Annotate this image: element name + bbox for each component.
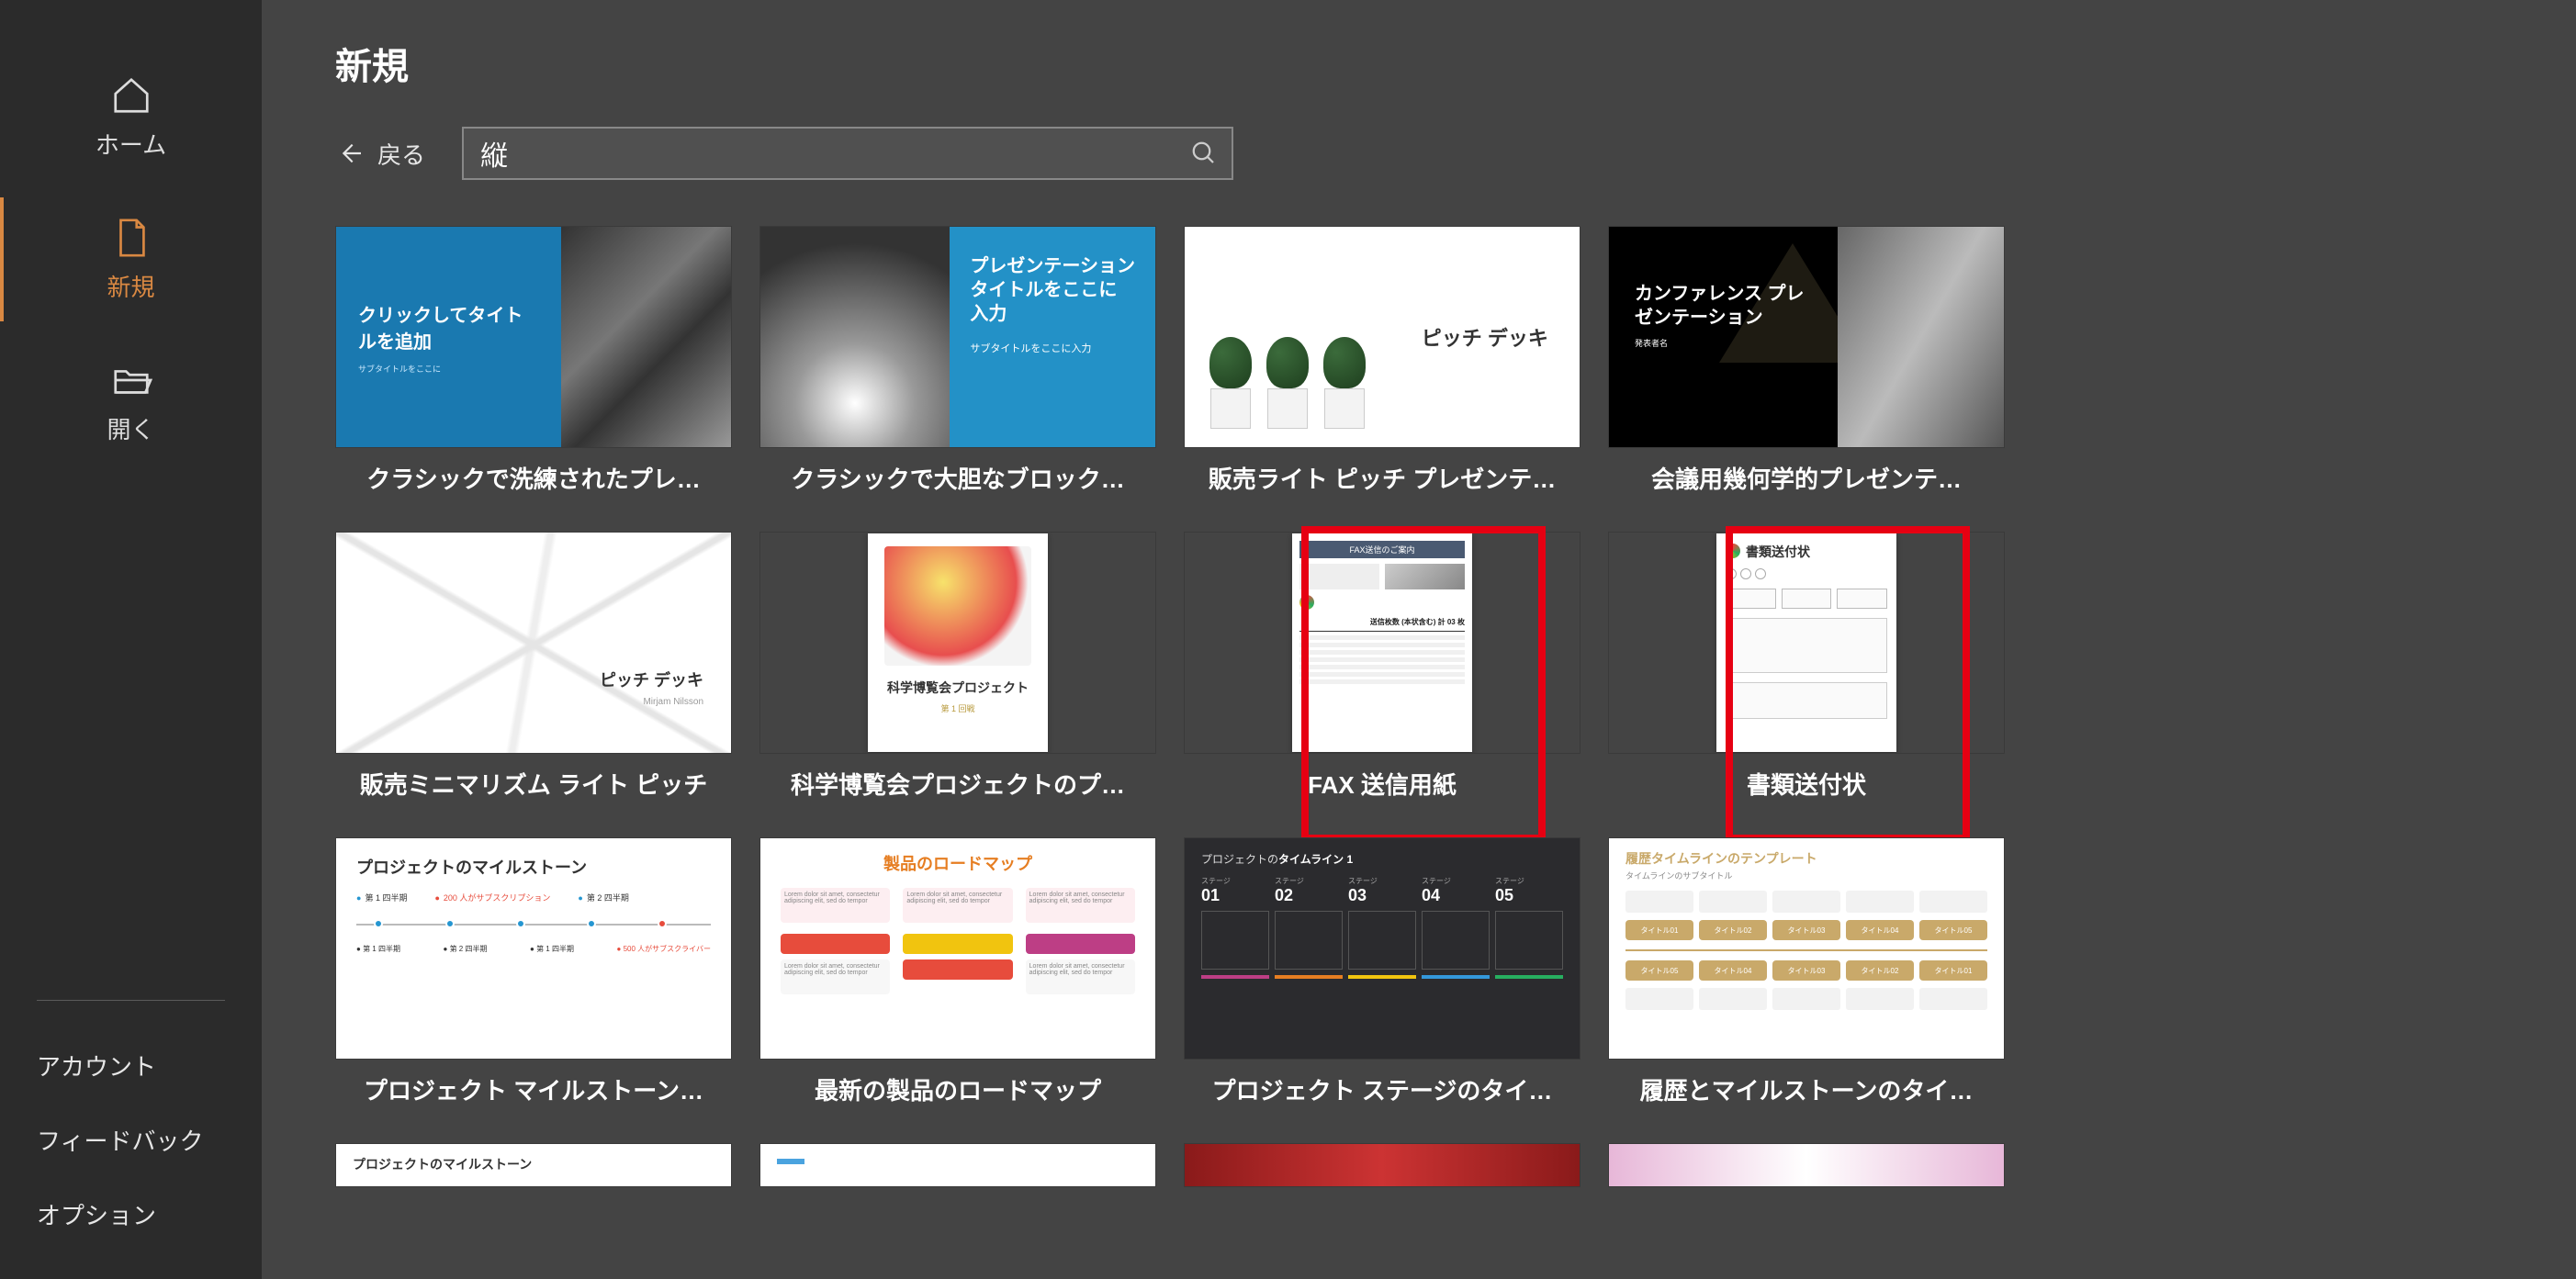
nav-open[interactable]: 開く (0, 331, 262, 473)
template-thumb: 製品のロードマップ Lorem dolor sit amet, consecte… (759, 837, 1156, 1060)
arrow-left-icon (335, 139, 365, 168)
nav-feedback[interactable]: フィードバック (37, 1103, 225, 1177)
template-sales-minimal-pitch[interactable]: ピッチ デッキ Mirjam Nilsson 販売ミニマリズム ライト ピッチ (335, 532, 732, 801)
page-title: 新規 (335, 37, 2521, 90)
template-thumb: プロジェクトのタイムライン 1 ステージ01 ステージ02 ステージ03 ステー… (1184, 837, 1580, 1060)
template-grid: クリックしてタイトルを追加 サブタイトルをここに クラシックで洗練されたプレ… … (335, 226, 2484, 1187)
template-thumb (759, 1143, 1156, 1187)
template-doc-cover[interactable]: 書類送付状 書類送付状 (1608, 532, 2005, 801)
back-label: 戻る (377, 137, 425, 171)
nav-home[interactable]: ホーム (0, 46, 262, 188)
template-science-fair[interactable]: 科学博覧会プロジェクト 第 1 回戦 科学博覧会プロジェクトのプ… (759, 532, 1156, 801)
template-thumb: ピッチ デッキ (1184, 226, 1580, 448)
template-partial-3[interactable] (1184, 1143, 1580, 1187)
template-project-milestones[interactable]: プロジェクトのマイルストーン 第 1 四半期 200 人がサブスクリプション 第… (335, 837, 732, 1106)
nav-new-label: 新規 (107, 269, 154, 303)
template-partial-1[interactable]: プロジェクトのマイルストーン (335, 1143, 732, 1187)
search-button[interactable] (1176, 140, 1232, 167)
nav-new[interactable]: 新規 (0, 188, 262, 331)
template-conference-geometric[interactable]: カンファレンス プレゼンテーション 発表者名 会議用幾何学的プレゼンテ… (1608, 226, 2005, 495)
template-label: プロジェクト ステージのタイ… (1184, 1072, 1580, 1106)
template-sales-light-pitch[interactable]: ピッチ デッキ 販売ライト ピッチ プレゼンテ… (1184, 226, 1580, 495)
new-file-icon (109, 216, 153, 260)
folder-open-icon (109, 358, 153, 402)
template-thumb: FAX送信のご案内 送信枚数 (本状含む) 計 03 枚 (1184, 532, 1580, 754)
template-label: 科学博覧会プロジェクトのプ… (759, 767, 1156, 801)
template-partial-4[interactable] (1608, 1143, 2005, 1187)
template-thumb: プレゼンテーション タイトルをここに入力 サブタイトルをここに入力 (759, 226, 1156, 448)
home-icon (109, 73, 153, 118)
search-input[interactable] (464, 138, 1176, 169)
template-thumb (1608, 1143, 2005, 1187)
template-project-stages-timeline[interactable]: プロジェクトのタイムライン 1 ステージ01 ステージ02 ステージ03 ステー… (1184, 837, 1580, 1106)
template-fax-sheet[interactable]: FAX送信のご案内 送信枚数 (本状含む) 計 03 枚 FAX 送信用紙 (1184, 532, 1580, 801)
template-classic-bold[interactable]: プレゼンテーション タイトルをここに入力 サブタイトルをここに入力 クラシックで… (759, 226, 1156, 495)
template-thumb: 書類送付状 (1608, 532, 2005, 754)
backstage-sidebar: ホーム 新規 開く アカウント フィードバック オプション (0, 0, 262, 1279)
template-label: 販売ライト ピッチ プレゼンテ… (1184, 461, 1580, 495)
search-box (462, 127, 1233, 180)
template-label: 最新の製品のロードマップ (759, 1072, 1156, 1106)
template-classic-refined[interactable]: クリックしてタイトルを追加 サブタイトルをここに クラシックで洗練されたプレ… (335, 226, 732, 495)
results-scroll[interactable]: クリックしてタイトルを追加 サブタイトルをここに クラシックで洗練されたプレ… … (335, 226, 2521, 1254)
nav-options[interactable]: オプション (37, 1177, 225, 1251)
template-label: クラシックで洗練されたプレ… (335, 461, 732, 495)
template-thumb: 科学博覧会プロジェクト 第 1 回戦 (759, 532, 1156, 754)
back-button[interactable]: 戻る (335, 137, 425, 171)
template-partial-2[interactable] (759, 1143, 1156, 1187)
template-thumb (1184, 1143, 1580, 1187)
template-label: 履歴とマイルストーンのタイ… (1608, 1072, 2005, 1106)
template-label: プロジェクト マイルストーン… (335, 1072, 732, 1106)
template-label: 会議用幾何学的プレゼンテ… (1608, 461, 2005, 495)
nav-open-label: 開く (107, 411, 154, 445)
template-label: 販売ミニマリズム ライト ピッチ (335, 767, 732, 801)
nav-account[interactable]: アカウント (37, 1028, 225, 1103)
template-thumb: 履歴タイムラインのテンプレート タイムラインのサブタイトル タイトル 01タイト… (1608, 837, 2005, 1060)
template-thumb: プロジェクトのマイルストーン (335, 1143, 732, 1187)
sidebar-separator (37, 1000, 225, 1001)
template-thumb: カンファレンス プレゼンテーション 発表者名 (1608, 226, 2005, 448)
template-thumb: クリックしてタイトルを追加 サブタイトルをここに (335, 226, 732, 448)
main-panel: 新規 戻る クリックしてタイトルを追加 サブタイトルをここに (262, 0, 2576, 1279)
template-thumb: ピッチ デッキ Mirjam Nilsson (335, 532, 732, 754)
nav-home-label: ホーム (96, 127, 166, 161)
template-product-roadmap[interactable]: 製品のロードマップ Lorem dolor sit amet, consecte… (759, 837, 1156, 1106)
search-icon (1190, 140, 1218, 167)
template-label: 書類送付状 (1608, 767, 2005, 801)
template-label: FAX 送信用紙 (1184, 767, 1580, 801)
template-label: クラシックで大胆なブロック… (759, 461, 1156, 495)
template-history-milestones[interactable]: 履歴タイムラインのテンプレート タイムラインのサブタイトル タイトル 01タイト… (1608, 837, 2005, 1106)
template-thumb: プロジェクトのマイルストーン 第 1 四半期 200 人がサブスクリプション 第… (335, 837, 732, 1060)
